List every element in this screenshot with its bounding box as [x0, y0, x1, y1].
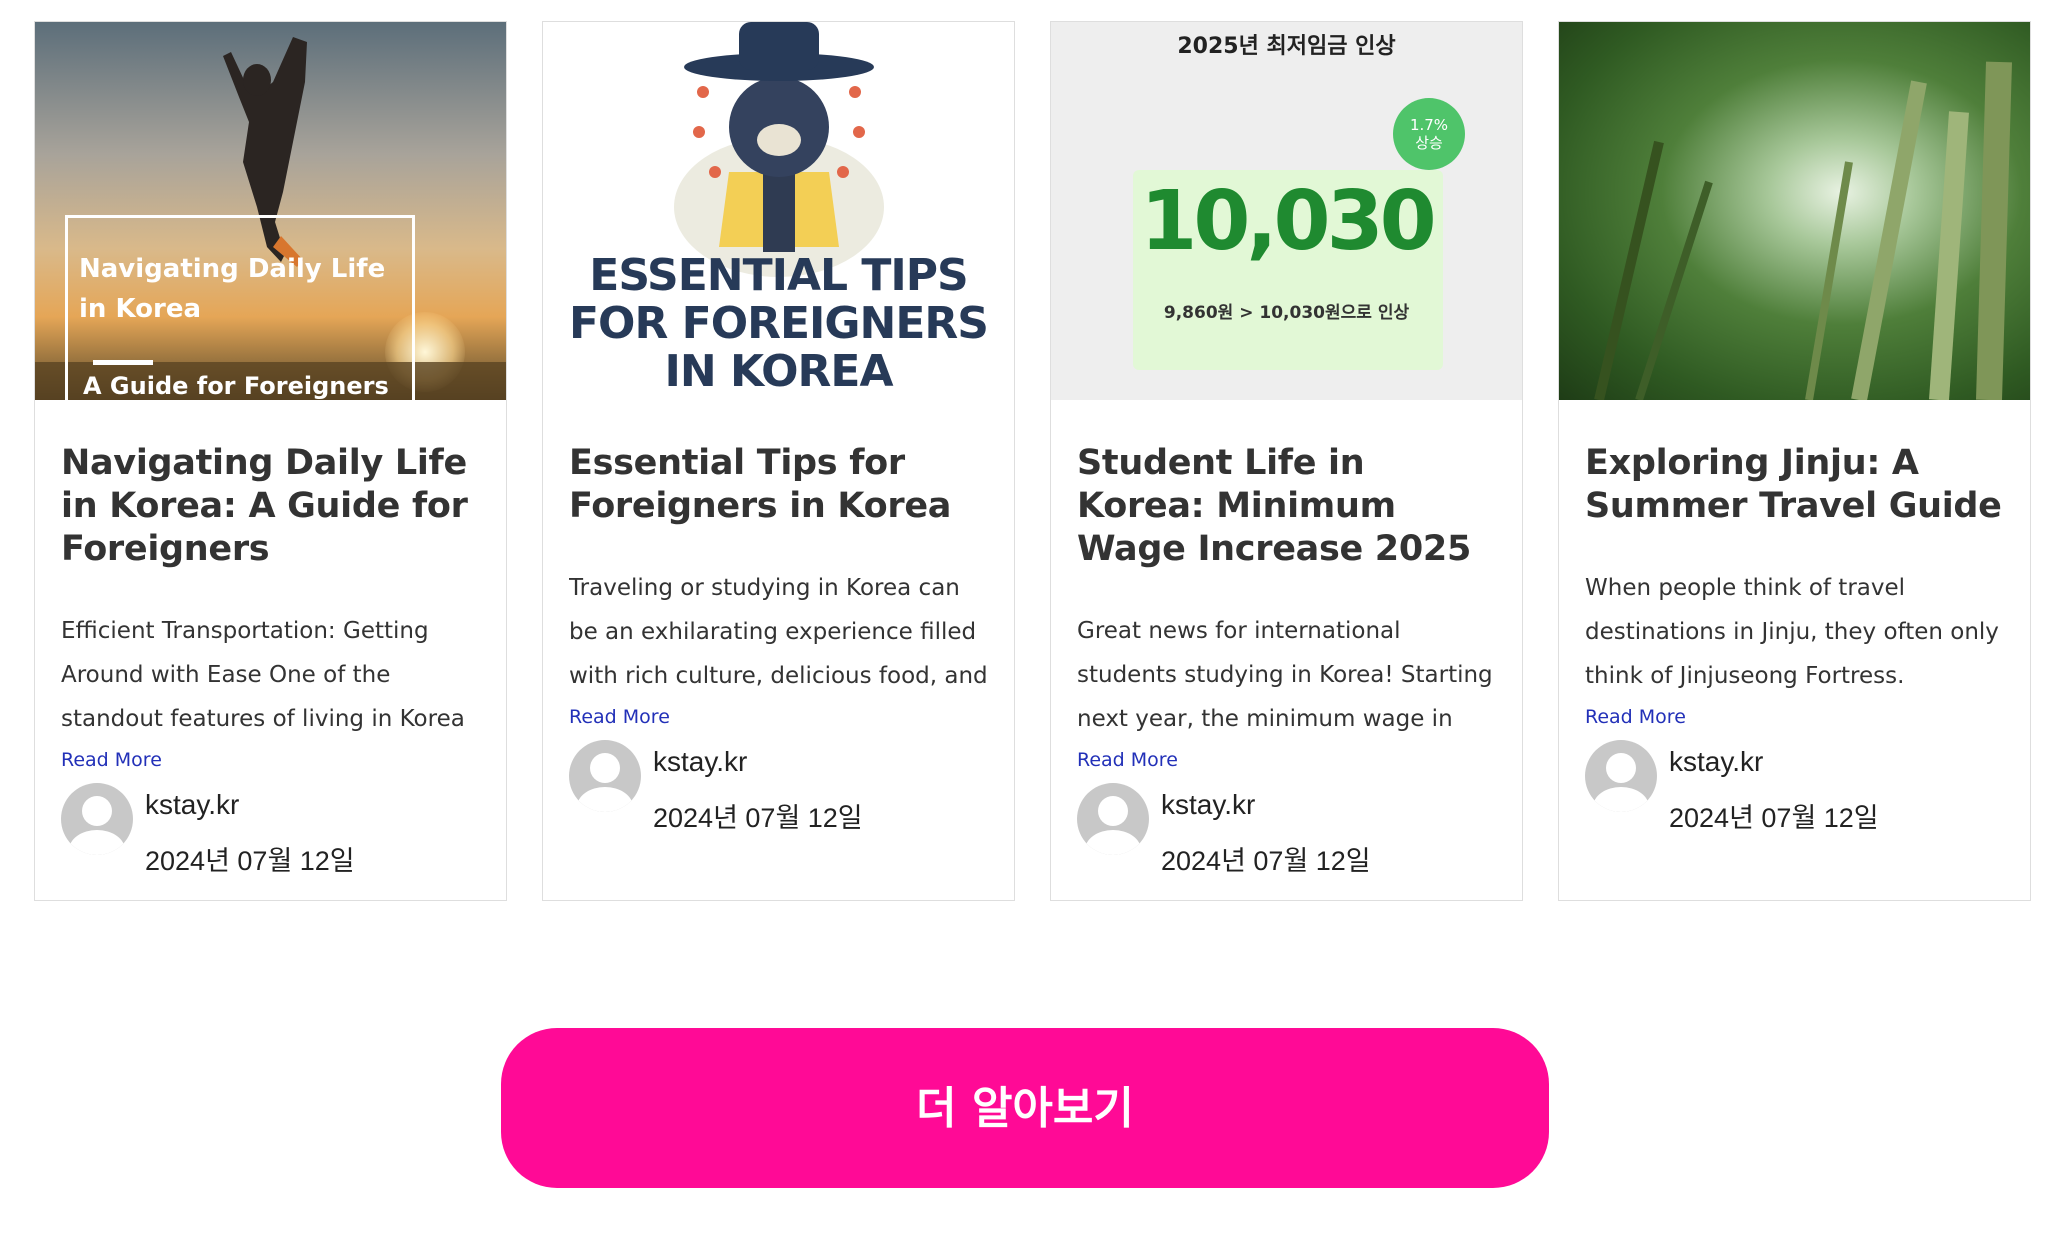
post-thumbnail[interactable] [1559, 22, 2030, 400]
thumbnail-heading: 2025년 최저임금 인상 [1177, 34, 1396, 59]
post-author: kstay.kr 2024년 07월 12일 [1077, 783, 1502, 879]
thumbnail-divider [93, 360, 153, 365]
thumbnail-big-number: 10,030 [1140, 174, 1436, 269]
post-excerpt: When people think of travel destinations… [1585, 575, 1999, 689]
bamboo-forest-image [1594, 61, 2012, 400]
post-card: ESSENTIAL TIPS FOR FOREIGNERS IN KOREA E… [542, 21, 1015, 901]
percent-badge: 1.7% 상승 [1393, 98, 1465, 170]
post-date: 2024년 07월 12일 [1669, 803, 1879, 833]
post-card: Exploring Jinju: A Summer Travel Guide W… [1558, 21, 2031, 901]
post-title[interactable]: Navigating Daily Life in Korea: A Guide … [61, 442, 486, 571]
post-card: Navigating Daily Life in Korea A Guide f… [34, 21, 507, 901]
post-card: 2025년 최저임금 인상 10,030 9,860원 > 10,030원으로 … [1050, 21, 1523, 901]
post-excerpt: Efficient Transportation: Getting Around… [61, 618, 465, 732]
read-more-link[interactable]: Read More [569, 706, 670, 728]
thumbnail-text-line2: in Korea [79, 294, 202, 324]
thumbnail-subtext: 9,860원 > 10,030원으로 인상 [1163, 303, 1410, 323]
author-name: kstay.kr [1669, 746, 1764, 777]
avatar-icon [61, 783, 133, 855]
post-body: Navigating Daily Life in Korea: A Guide … [61, 442, 486, 879]
thumbnail-text-line2: FOR FOREIGNERS [569, 298, 989, 349]
post-body: Essential Tips for Foreigners in Korea T… [569, 442, 994, 836]
blog-section: Navigating Daily Life in Korea A Guide f… [0, 0, 2048, 1243]
thumbnail-text-line3: IN KOREA [664, 346, 893, 397]
post-author: kstay.kr 2024년 07월 12일 [569, 740, 994, 836]
thumbnail-text-line1: Navigating Daily Life [79, 254, 386, 284]
author-name: kstay.kr [145, 789, 240, 820]
read-more-link[interactable]: Read More [1077, 749, 1178, 771]
author-name: kstay.kr [1161, 789, 1256, 820]
thumbnail-text-line1: ESSENTIAL TIPS [589, 250, 968, 301]
post-date: 2024년 07월 12일 [145, 846, 355, 876]
post-date: 2024년 07월 12일 [1161, 846, 1371, 876]
avatar-icon [1585, 740, 1657, 812]
read-more-link[interactable]: Read More [61, 749, 162, 771]
post-author: kstay.kr 2024년 07월 12일 [61, 783, 486, 879]
post-body: Exploring Jinju: A Summer Travel Guide W… [1585, 442, 2010, 836]
post-body: Student Life in Korea: Minimum Wage Incr… [1077, 442, 1502, 879]
post-date: 2024년 07월 12일 [653, 803, 863, 833]
post-thumbnail[interactable]: Navigating Daily Life in Korea A Guide f… [35, 22, 506, 400]
post-title[interactable]: Student Life in Korea: Minimum Wage Incr… [1077, 442, 1502, 571]
post-title[interactable]: Exploring Jinju: A Summer Travel Guide [1585, 442, 2010, 528]
avatar-icon [569, 740, 641, 812]
author-name: kstay.kr [653, 746, 748, 777]
read-more-link[interactable]: Read More [1585, 706, 1686, 728]
learn-more-button[interactable]: 더 알아보기 [501, 1028, 1549, 1188]
post-excerpt: Traveling or studying in Korea can be an… [569, 575, 988, 689]
post-title[interactable]: Essential Tips for Foreigners in Korea [569, 442, 994, 528]
post-thumbnail[interactable]: ESSENTIAL TIPS FOR FOREIGNERS IN KOREA [543, 22, 1014, 400]
post-thumbnail[interactable]: 2025년 최저임금 인상 10,030 9,860원 > 10,030원으로 … [1051, 22, 1522, 400]
post-excerpt: Great news for international students st… [1077, 618, 1493, 732]
post-grid: Navigating Daily Life in Korea A Guide f… [34, 21, 2031, 901]
avatar-icon [1077, 783, 1149, 855]
post-author: kstay.kr 2024년 07월 12일 [1585, 740, 2010, 836]
thumbnail-text-line3: A Guide for Foreigners [83, 372, 389, 400]
